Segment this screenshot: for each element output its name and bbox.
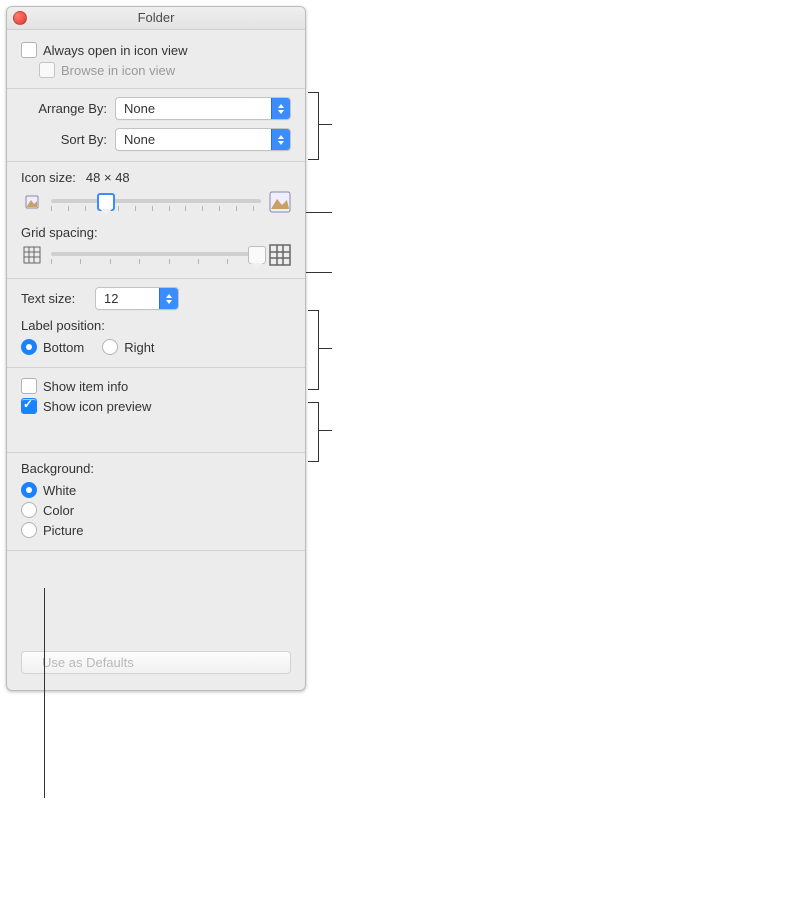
callout-bracket <box>306 272 332 273</box>
sort-by-select[interactable]: None <box>115 128 291 151</box>
show-item-info-checkbox[interactable] <box>21 378 37 394</box>
label-position-bottom-radio[interactable] <box>21 339 37 355</box>
label-position-right-radio[interactable] <box>102 339 118 355</box>
close-window-button[interactable] <box>13 11 27 25</box>
arrange-by-label: Arrange By: <box>21 101 107 116</box>
callout-bracket <box>308 402 319 462</box>
callout-bracket <box>306 212 332 213</box>
arrange-by-select[interactable]: None <box>115 97 291 120</box>
show-icon-preview-label: Show icon preview <box>43 399 151 414</box>
grid-spacing-slider[interactable] <box>51 245 261 265</box>
callout-bracket <box>318 430 332 431</box>
icon-size-value: 48 × 48 <box>86 170 130 185</box>
arrange-by-value: None <box>124 101 155 116</box>
label-position-right-text: Right <box>124 340 154 355</box>
always-open-icon-view-checkbox[interactable] <box>21 42 37 58</box>
dropdown-icon <box>271 129 290 150</box>
callout-bracket <box>318 348 332 349</box>
slider-thumb[interactable] <box>97 193 115 211</box>
background-white-radio[interactable] <box>21 482 37 498</box>
small-grid-icon <box>21 244 43 266</box>
callout-bracket <box>318 124 332 125</box>
background-heading: Background: <box>21 461 291 476</box>
window-title: Folder <box>138 10 175 25</box>
background-white-label: White <box>43 483 76 498</box>
slider-thumb[interactable] <box>248 246 266 264</box>
use-as-defaults-label: Use as Defaults <box>42 655 134 670</box>
sort-by-label: Sort By: <box>21 132 107 147</box>
use-as-defaults-button[interactable]: Use as Defaults <box>21 651 291 674</box>
icon-size-slider[interactable] <box>51 192 261 212</box>
label-position-bottom-text: Bottom <box>43 340 84 355</box>
sort-by-value: None <box>124 132 155 147</box>
show-icon-preview-checkbox[interactable] <box>21 398 37 414</box>
background-color-radio[interactable] <box>21 502 37 518</box>
icon-size-label: Icon size: <box>21 170 76 185</box>
background-picture-radio[interactable] <box>21 522 37 538</box>
dropdown-icon <box>159 288 178 309</box>
dropdown-icon <box>271 98 290 119</box>
always-open-icon-view-label: Always open in icon view <box>43 43 188 58</box>
callout-bracket <box>44 588 45 798</box>
background-picture-label: Picture <box>43 523 83 538</box>
background-color-label: Color <box>43 503 74 518</box>
large-icon-icon <box>269 191 291 213</box>
titlebar: Folder <box>7 7 305 30</box>
text-size-value: 12 <box>104 291 118 306</box>
browse-icon-view-checkbox[interactable] <box>39 62 55 78</box>
large-grid-icon <box>269 244 291 266</box>
small-icon-icon <box>21 191 43 213</box>
view-options-panel: Folder Always open in icon view Browse i… <box>6 6 306 691</box>
label-position-label: Label position: <box>21 318 291 333</box>
text-size-label: Text size: <box>21 291 87 306</box>
grid-spacing-label: Grid spacing: <box>21 225 98 240</box>
text-size-select[interactable]: 12 <box>95 287 179 310</box>
browse-icon-view-label: Browse in icon view <box>61 63 175 78</box>
show-item-info-label: Show item info <box>43 379 128 394</box>
callout-bracket <box>308 92 319 160</box>
callout-bracket <box>308 310 319 390</box>
